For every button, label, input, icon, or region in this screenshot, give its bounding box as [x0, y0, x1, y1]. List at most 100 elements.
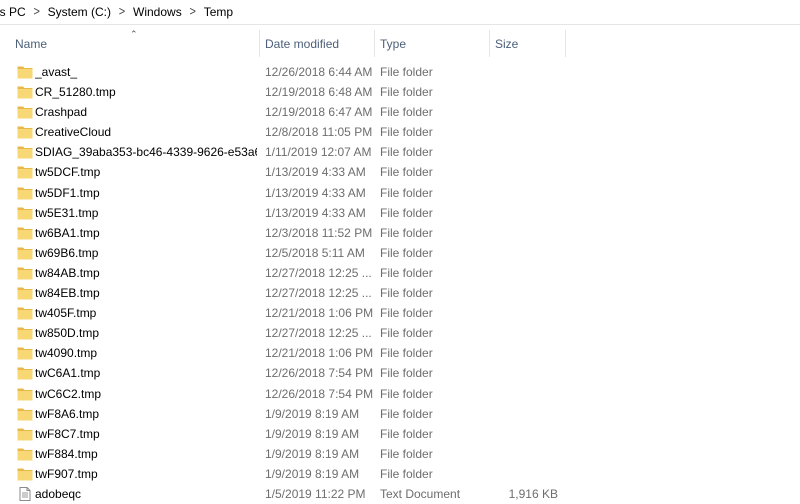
file-size: [480, 82, 558, 102]
file-row[interactable]: tw84AB.tmp 12/27/2018 12:25 ... File folde…: [0, 263, 800, 283]
file-date-modified: 12/26/2018 6:44 AM: [265, 65, 373, 79]
text-file-icon: [17, 486, 33, 501]
file-row[interactable]: tw5E31.tmp 1/13/2019 4:33 AM File folder: [0, 203, 800, 223]
file-size: [480, 424, 558, 444]
file-row[interactable]: tw405F.tmp 12/21/2018 1:06 PM File folder: [0, 303, 800, 323]
file-size: [480, 263, 558, 283]
file-date-modified: 12/19/2018 6:48 AM: [265, 85, 373, 100]
file-row[interactable]: tw850D.tmp 12/27/2018 12:25 ... File folde…: [0, 323, 800, 343]
file-type: File folder: [380, 306, 433, 321]
breadcrumb-temp[interactable]: Temp: [204, 5, 233, 19]
file-type: File folder: [380, 366, 433, 381]
file-date-modified: 12/26/2018 7:54 PM: [265, 366, 373, 381]
file-name: twF8A6.tmp: [35, 406, 100, 421]
file-row[interactable]: twF884.tmp 1/9/2019 8:19 AM File folder: [0, 444, 800, 464]
file-name: tw69B6.tmp: [35, 245, 99, 260]
file-type: File folder: [380, 346, 433, 361]
file-date-modified: 12/21/2018 1:06 PM: [265, 306, 373, 321]
file-type: File folder: [380, 125, 433, 140]
folder-icon: [17, 467, 33, 481]
chevron-right-icon[interactable]: >: [111, 5, 133, 19]
file-type: File folder: [380, 205, 433, 220]
file-type: File folder: [380, 326, 433, 341]
file-row[interactable]: twF8A6.tmp 1/9/2019 8:19 AM File folder: [0, 404, 800, 424]
file-row[interactable]: tw69B6.tmp 12/5/2018 5:11 AM File folder: [0, 243, 800, 263]
file-type: File folder: [380, 386, 433, 401]
column-header-row: ⌃ Name Date modified Type Size: [0, 25, 800, 63]
file-row[interactable]: CR_51280.tmp 12/19/2018 6:48 AM File folde…: [0, 82, 800, 102]
address-breadcrumb: is PC > System (C:) > Windows > Temp: [0, 0, 800, 25]
folder-icon: [17, 85, 33, 99]
file-size: [480, 142, 558, 162]
file-row[interactable]: twF8C7.tmp 1/9/2019 8:19 AM File folder: [0, 424, 800, 444]
file-type: File folder: [380, 65, 433, 79]
breadcrumb-windows[interactable]: Windows: [133, 5, 182, 19]
file-name: _avast_: [35, 65, 78, 79]
file-name: CreativeCloud: [35, 125, 112, 140]
file-size: [480, 384, 558, 404]
chevron-right-icon[interactable]: >: [26, 5, 48, 19]
folder-icon: [17, 326, 33, 340]
file-name: twF8C7.tmp: [35, 426, 100, 441]
file-type: File folder: [380, 466, 433, 481]
file-date-modified: 1/13/2019 4:33 AM: [265, 185, 366, 200]
column-header-name[interactable]: Name: [9, 25, 261, 63]
file-date-modified: 12/21/2018 1:06 PM: [265, 346, 373, 361]
file-size: [480, 102, 558, 122]
file-row[interactable]: tw84EB.tmp 12/27/2018 12:25 ... File folde…: [0, 283, 800, 303]
file-row[interactable]: twC6C2.tmp 12/26/2018 7:54 PM File folder: [0, 384, 800, 404]
file-date-modified: 12/27/2018 12:25 ...: [265, 286, 372, 301]
file-name: twC6C2.tmp: [35, 386, 102, 401]
file-row[interactable]: _avast_ 12/26/2018 6:44 AM File folder: [0, 62, 800, 82]
file-row[interactable]: tw6BA1.tmp 12/3/2018 11:52 PM File folder: [0, 223, 800, 243]
file-type: Text Document: [380, 486, 461, 501]
column-header-date-modified[interactable]: Date modified: [259, 25, 373, 63]
file-type: File folder: [380, 265, 433, 280]
file-row[interactable]: adobeqc 1/5/2019 11:22 PM Text Document 1,9…: [0, 484, 800, 504]
file-row[interactable]: CreativeCloud 12/8/2018 11:05 PM File fold…: [0, 122, 800, 142]
folder-icon: [17, 145, 33, 159]
file-name: twF907.tmp: [35, 466, 98, 481]
file-size: [480, 183, 558, 203]
file-row[interactable]: tw5DCF.tmp 1/13/2019 4:33 AM File folder: [0, 162, 800, 182]
file-date-modified: 1/9/2019 8:19 AM: [265, 446, 360, 461]
column-header-size[interactable]: Size: [489, 25, 565, 63]
file-name: tw5E31.tmp: [35, 205, 99, 220]
file-size: 1,916 KB: [508, 486, 558, 501]
folder-icon: [17, 186, 33, 200]
file-date-modified: 1/11/2019 12:07 AM: [265, 145, 372, 160]
file-row[interactable]: twC6A1.tmp 12/26/2018 7:54 PM File folder: [0, 363, 800, 383]
file-list: _avast_ 12/26/2018 6:44 AM File folder CR_5…: [0, 62, 800, 504]
folder-icon: [17, 246, 33, 260]
folder-icon: [17, 447, 33, 461]
file-type: File folder: [380, 286, 433, 301]
file-type: File folder: [380, 145, 433, 160]
folder-icon: [17, 165, 33, 179]
file-date-modified: 1/9/2019 8:19 AM: [265, 406, 360, 421]
file-size: [480, 243, 558, 263]
file-size: [480, 343, 558, 363]
file-row[interactable]: tw4090.tmp 12/21/2018 1:06 PM File folder: [0, 343, 800, 363]
file-row[interactable]: twF907.tmp 1/9/2019 8:19 AM File folder: [0, 464, 800, 484]
file-name: tw850D.tmp: [35, 326, 100, 341]
file-type: File folder: [380, 105, 433, 120]
file-row[interactable]: Crashpad 12/19/2018 6:47 AM File folder: [0, 102, 800, 122]
file-name: tw5DF1.tmp: [35, 185, 100, 200]
file-name: Crashpad: [35, 105, 88, 120]
column-divider[interactable]: [565, 30, 566, 57]
breadcrumb-this-pc[interactable]: is PC: [0, 5, 26, 19]
file-row[interactable]: tw5DF1.tmp 1/13/2019 4:33 AM File folder: [0, 183, 800, 203]
column-header-type[interactable]: Type: [374, 25, 488, 63]
file-size: [480, 404, 558, 424]
folder-icon: [17, 346, 33, 360]
file-date-modified: 1/13/2019 4:33 AM: [265, 205, 366, 220]
breadcrumb-system-drive[interactable]: System (C:): [48, 5, 111, 19]
file-date-modified: 1/9/2019 8:19 AM: [265, 426, 360, 441]
chevron-right-icon[interactable]: >: [182, 5, 204, 19]
file-date-modified: 12/5/2018 5:11 AM: [265, 245, 365, 260]
folder-icon: [17, 105, 33, 119]
file-type: File folder: [380, 426, 433, 441]
file-size: [480, 363, 558, 383]
folder-icon: [17, 125, 33, 139]
file-row[interactable]: SDIAG_39aba353-bc46-4339-9626-e53a67... 1…: [0, 142, 800, 162]
